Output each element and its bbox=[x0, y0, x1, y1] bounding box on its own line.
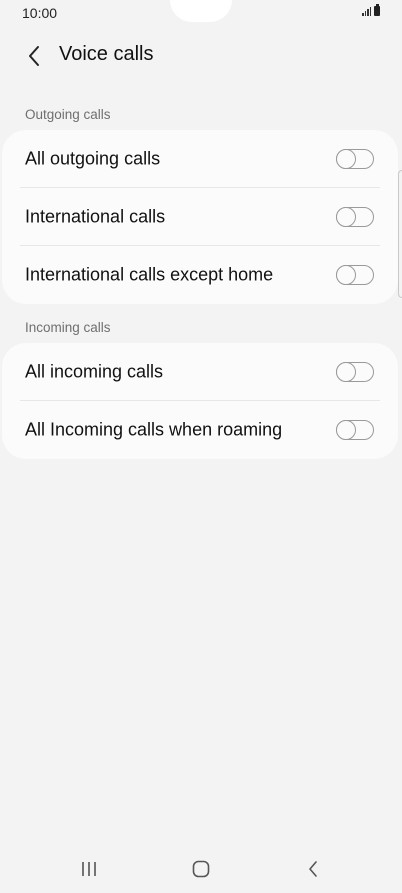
back-icon bbox=[309, 861, 317, 877]
outgoing-calls-card: All outgoing calls International calls I… bbox=[2, 130, 398, 304]
setting-row-international[interactable]: International calls bbox=[2, 188, 398, 246]
status-icons bbox=[362, 4, 380, 16]
back-button[interactable] bbox=[18, 40, 50, 72]
setting-label: All Incoming calls when roaming bbox=[25, 419, 283, 440]
setting-row-all-outgoing[interactable]: All outgoing calls bbox=[2, 130, 398, 188]
home-icon bbox=[192, 860, 210, 878]
toggle-switch[interactable] bbox=[335, 419, 374, 440]
navigation-bar bbox=[0, 845, 402, 893]
section-title-outgoing: Outgoing calls bbox=[25, 107, 111, 122]
setting-row-international-except-home[interactable]: International calls except home bbox=[2, 246, 398, 304]
back-nav-button[interactable] bbox=[293, 855, 333, 883]
toggle-switch[interactable] bbox=[335, 264, 374, 285]
toggle-switch[interactable] bbox=[335, 206, 374, 227]
setting-label: All outgoing calls bbox=[25, 148, 161, 169]
status-time: 10:00 bbox=[22, 5, 58, 21]
recent-apps-icon bbox=[82, 862, 96, 876]
setting-label: International calls bbox=[25, 206, 166, 227]
battery-icon bbox=[374, 4, 380, 16]
toggle-switch[interactable] bbox=[335, 361, 374, 382]
setting-row-incoming-roaming[interactable]: All Incoming calls when roaming bbox=[2, 401, 398, 459]
header: Voice calls bbox=[0, 34, 402, 78]
recent-apps-button[interactable] bbox=[69, 855, 109, 883]
section-title-incoming: Incoming calls bbox=[25, 320, 111, 335]
signal-icon bbox=[362, 6, 371, 16]
toggle-switch[interactable] bbox=[335, 148, 374, 169]
incoming-calls-card: All incoming calls All Incoming calls wh… bbox=[2, 343, 398, 459]
setting-label: International calls except home bbox=[25, 264, 274, 285]
setting-label: All incoming calls bbox=[25, 361, 164, 382]
status-bar: 10:00 bbox=[0, 0, 402, 26]
camera-notch bbox=[170, 0, 232, 22]
back-arrow-icon bbox=[29, 46, 39, 66]
scroll-indicator[interactable] bbox=[398, 170, 402, 298]
home-button[interactable] bbox=[181, 855, 221, 883]
setting-row-all-incoming[interactable]: All incoming calls bbox=[2, 343, 398, 401]
page-title: Voice calls bbox=[59, 43, 154, 65]
